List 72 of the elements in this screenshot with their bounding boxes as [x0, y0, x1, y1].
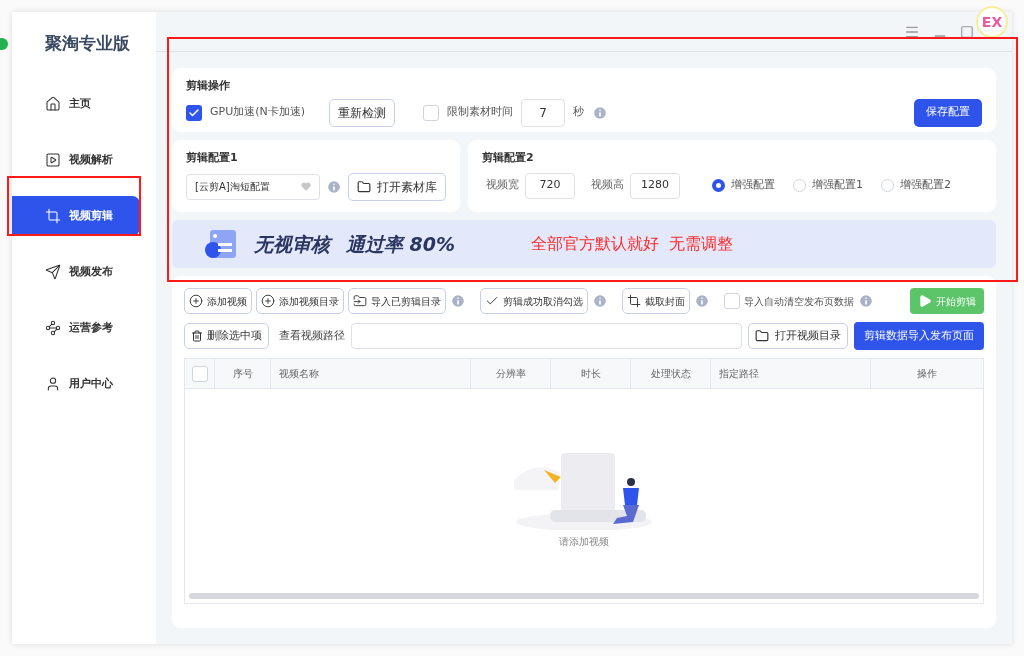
gpu-checkbox[interactable] [186, 104, 202, 121]
info-icon [326, 178, 342, 195]
annotation-note: 全部官方默认就好 无需调整 [531, 233, 734, 255]
sidebar-item[interactable]: 视频发布 [12, 252, 140, 292]
checkbox-label: GPU加速(N卡加速) [210, 104, 306, 121]
open-dir-button[interactable]: 打开视频目录 [748, 323, 848, 349]
info-icon [858, 293, 874, 309]
field-label: 视频宽 [486, 177, 519, 194]
radio-button[interactable] [712, 179, 725, 192]
banner-headline: 通过率 80% [346, 231, 456, 257]
sidebar-item[interactable]: 视频剪辑 [12, 196, 140, 236]
sidebar-item[interactable]: 主页 [12, 84, 140, 124]
toolbar-button[interactable]: 截取封面 [622, 288, 690, 314]
info-icon [592, 104, 609, 121]
folder-icon [357, 179, 371, 194]
column-header: 分辨率 [495, 367, 526, 381]
radio-label: 增强配置2 [900, 177, 951, 194]
heart-icon [301, 182, 311, 191]
app-title: 聚淘专业版 [44, 32, 131, 56]
width-field[interactable]: 720 [525, 172, 575, 199]
height-field[interactable]: 1280 [630, 172, 680, 199]
column-header: 时长 [580, 367, 601, 381]
sidebar-item[interactable]: 用户中心 [12, 364, 140, 404]
field-label: 视频高 [591, 177, 624, 194]
radio-label: 增强配置1 [812, 177, 863, 194]
horizontal-scrollbar[interactable] [189, 593, 979, 599]
crop-icon [627, 294, 641, 308]
column-header: 序号 [232, 367, 253, 381]
column-header: 操作 [917, 367, 937, 381]
auto-clear-checkbox[interactable] [724, 293, 740, 309]
crop-icon [45, 208, 61, 224]
checkbox-label: 限制素材时间 [447, 104, 514, 121]
column-header: 处理状态 [650, 367, 691, 381]
home-icon [45, 96, 61, 112]
folder-icon [755, 329, 769, 343]
delete-button[interactable]: 删除选中项 [184, 323, 269, 349]
unit-label: 秒 [573, 104, 585, 121]
toolbar-button[interactable]: 导入已剪辑目录 [348, 288, 446, 314]
limit-checkbox[interactable] [423, 104, 440, 121]
radio-label: 增强配置 [731, 177, 775, 194]
document-icon [204, 228, 238, 260]
toolbar-button[interactable]: 添加视频目录 [256, 288, 344, 314]
trash-icon [191, 330, 203, 342]
seconds-field[interactable]: 7 [521, 98, 566, 127]
column-header: 指定路径 [719, 367, 759, 381]
path-field[interactable] [351, 323, 742, 349]
section-title: 剪辑配置1 [186, 150, 238, 166]
play-icon [918, 294, 932, 308]
recheck-button[interactable]: 重新检测 [329, 98, 396, 127]
toolbar-button[interactable]: 剪辑成功取消勾选 [480, 288, 588, 314]
empty-message: 请添加视频 [559, 534, 609, 549]
check-icon [188, 106, 200, 119]
user-icon [45, 376, 61, 392]
check-icon [485, 294, 499, 308]
import-icon [353, 294, 367, 308]
toolbar-button[interactable]: 添加视频 [184, 288, 252, 314]
nodes-icon [45, 320, 61, 336]
column-header: 视频名称 [279, 367, 319, 381]
maximize-icon[interactable] [960, 24, 974, 39]
checkbox-label: 导入自动清空发布页数据 [744, 294, 854, 309]
save-button[interactable]: 保存配置 [914, 98, 982, 127]
export-button[interactable]: 剪辑数据导入发布页面 [854, 322, 984, 350]
open-library-button[interactable]: 打开素材库 [348, 172, 446, 201]
section-title: 剪辑操作 [186, 78, 230, 94]
section-title: 剪辑配置2 [482, 150, 534, 166]
path-label: 查看视频路径 [279, 328, 345, 344]
select-all-checkbox[interactable] [191, 365, 208, 382]
sidebar-item[interactable]: 运营参考 [12, 308, 140, 348]
config-select[interactable]: [云剪A]淘短配置 [186, 173, 320, 200]
send-icon [45, 264, 61, 280]
sidebar-item[interactable]: 视频解析 [12, 140, 140, 180]
play-square-icon [45, 152, 61, 168]
